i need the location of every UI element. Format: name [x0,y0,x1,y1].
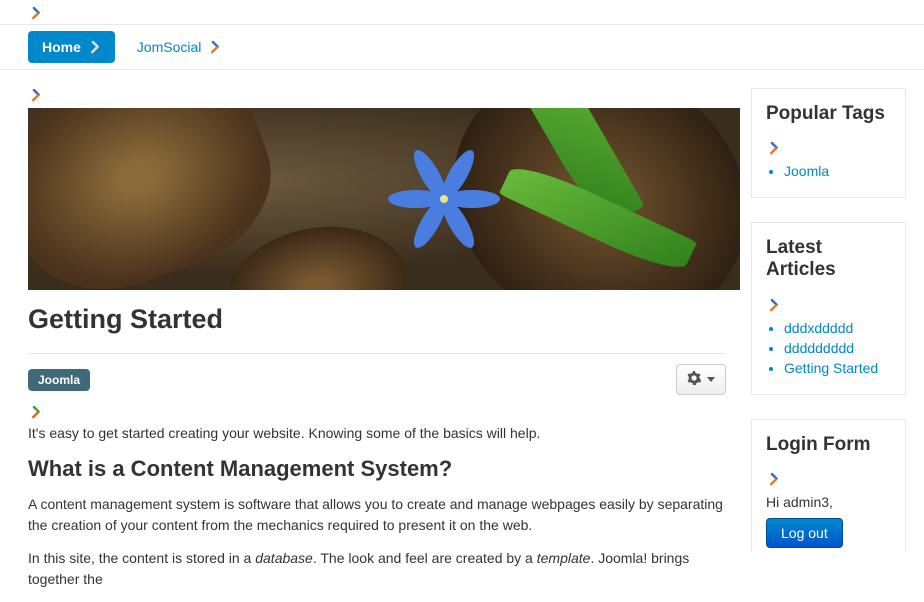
nav-item-label: Home [42,39,81,55]
top-bar [0,0,924,25]
panel-title: Popular Tags [766,103,891,125]
tag-badge-joomla[interactable]: Joomla [28,369,90,391]
nav-item-home[interactable]: Home [28,31,115,63]
main-nav: Home JomSocial [0,25,924,70]
tools-icon [28,405,42,419]
article-meta-row: Joomla [28,353,726,395]
gear-icon [687,371,701,388]
tools-icon [28,6,42,20]
article-list: dddxddddd ddddddddd Getting Started [766,320,891,376]
article-intro-image [28,108,740,290]
nav-item-label: JomSocial [137,39,202,55]
article-intro-text: It's easy to get started creating your w… [28,423,726,444]
tools-icon [207,40,221,54]
tools-icon [87,40,101,54]
article-paragraph: A content management system is software … [28,494,726,536]
list-item: dddxddddd [784,320,891,336]
main-content: Getting Started Joomla It's easy to get … [28,88,726,602]
article-heading: What is a Content Management System? [28,456,726,482]
list-item: Getting Started [784,360,891,376]
sidebar: Popular Tags Joomla Latest Articles dd [751,88,906,602]
article-title: Getting Started [28,304,726,335]
list-item: ddddddddd [784,340,891,356]
article-actions-button[interactable] [676,364,726,395]
tools-icon [766,298,780,312]
login-greeting: Hi admin3, [766,494,891,510]
panel-title: Latest Articles [766,237,891,281]
latest-articles-panel: Latest Articles dddxddddd ddddddddd Gett… [751,222,906,394]
nav-item-jomsocial[interactable]: JomSocial [123,31,236,63]
article-body: It's easy to get started creating your w… [28,423,726,590]
login-form-panel: Login Form Hi admin3, Log out [751,419,906,552]
chevron-down-icon [707,377,715,382]
tools-icon [28,88,42,102]
logout-button[interactable]: Log out [766,518,843,548]
tools-icon [766,141,780,155]
panel-title: Login Form [766,434,891,456]
article-paragraph: In this site, the content is stored in a… [28,548,726,590]
tag-link-joomla: Joomla [784,163,891,179]
tag-list: Joomla [766,163,891,179]
popular-tags-panel: Popular Tags Joomla [751,88,906,198]
tools-icon [766,472,780,486]
